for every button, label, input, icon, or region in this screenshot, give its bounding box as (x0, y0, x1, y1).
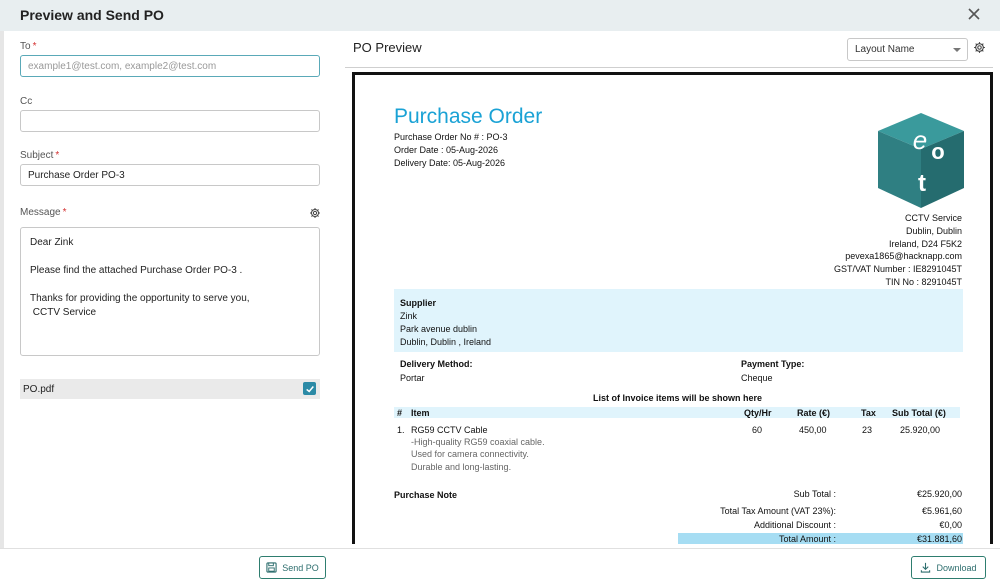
message-line: Dear Zink (30, 237, 74, 248)
message-settings-gear-icon[interactable] (309, 206, 321, 218)
supplier-line: Park avenue dublin (400, 324, 478, 334)
total-value: €5.961,60 (921, 506, 962, 516)
company-line: pevexa1865@hacknapp.com (845, 251, 962, 261)
col-header: Sub Total (€) (892, 408, 946, 418)
message-line: CCTV Service (30, 307, 97, 318)
subject-input[interactable]: Purchase Order PO-3 (20, 164, 320, 186)
item-tax: 23 (862, 425, 873, 435)
item-desc: Durable and long-lasting. (411, 462, 512, 472)
po-number: Purchase Order No # : PO-3 (394, 132, 508, 142)
company-line: CCTV Service (904, 213, 962, 223)
message-line: Please find the attached Purchase Order … (30, 265, 243, 276)
order-date: Order Date : 05-Aug-2026 (394, 145, 499, 155)
delivery-method-value: Portar (400, 373, 425, 383)
item-no: 1. (397, 425, 405, 435)
to-input[interactable] (20, 55, 320, 77)
company-line: Ireland, D24 F5K2 (888, 239, 962, 249)
supplier-line: Zink (400, 311, 418, 321)
col-header: Tax (861, 408, 876, 418)
payment-type-label: Payment Type: (741, 359, 805, 369)
close-icon[interactable] (966, 6, 982, 22)
subject-label: Subject * (20, 150, 60, 161)
total-value: €0,00 (939, 520, 962, 530)
layout-select-value: Layout Name (855, 44, 915, 55)
delivery-date: Delivery Date: 05-Aug-2026 (394, 158, 506, 168)
preview-divider (345, 67, 993, 68)
message-line (30, 250, 310, 264)
layout-select[interactable]: Layout Name (847, 38, 968, 61)
item-name: RG59 CCTV Cable (411, 425, 488, 435)
total-label: Additional Discount : (753, 520, 836, 530)
item-rate: 450,00 (799, 425, 827, 435)
company-line: GST/VAT Number : IE8291045T (833, 264, 962, 274)
to-label: To * (20, 41, 37, 52)
col-header: # (397, 408, 403, 418)
col-header: Qty/Hr (744, 408, 772, 418)
purchase-note-label: Purchase Note (394, 490, 458, 500)
items-heading: List of Invoice items will be shown here (592, 393, 763, 403)
total-value: €31.881,60 (916, 534, 962, 544)
total-label: Total Amount : (778, 534, 836, 544)
chevron-down-icon (953, 48, 961, 52)
logo-letter: e (913, 125, 927, 155)
company-logo: e o t (878, 113, 964, 208)
col-header: Item (411, 408, 430, 418)
logo-letter: o (931, 139, 944, 164)
item-desc: -High-quality RG59 coaxial cable. (411, 437, 545, 447)
download-label: Download (936, 562, 977, 573)
supplier-label: Supplier (400, 298, 437, 308)
item-qty: 60 (752, 425, 763, 435)
total-value: €25.920,00 (916, 489, 962, 499)
dialog-footer: Send PO Download (0, 548, 1000, 582)
check-icon (305, 385, 314, 393)
payment-type-value: Cheque (741, 373, 773, 383)
download-button[interactable]: Download (911, 556, 986, 579)
message-line (30, 278, 310, 292)
message-line: Thanks for providing the opportunity to … (30, 293, 250, 304)
company-line: TIN No : 8291045T (885, 277, 962, 287)
dialog-title: Preview and Send PO (20, 7, 164, 23)
save-icon (266, 562, 277, 573)
cc-input[interactable] (20, 110, 320, 132)
attachment-checkbox[interactable] (303, 382, 316, 395)
message-label: Message * (20, 207, 67, 218)
supplier-line: Dublin, Dublin , Ireland (400, 337, 492, 347)
item-desc: Used for camera connectivity. (411, 449, 529, 459)
col-header: Rate (€) (797, 408, 831, 418)
po-document: Purchase Order Purchase Order No # : PO-… (352, 72, 993, 544)
item-subtotal: 25.920,00 (900, 425, 941, 435)
cc-label: Cc (20, 96, 33, 107)
download-icon (921, 562, 931, 573)
send-po-button[interactable]: Send PO (259, 556, 326, 579)
po-title: Purchase Order (394, 105, 543, 128)
total-label: Total Tax Amount (VAT 23%): (720, 506, 836, 516)
message-textarea[interactable]: Dear Zink Please find the attached Purch… (20, 227, 320, 356)
layout-settings-gear-icon[interactable] (973, 41, 986, 54)
delivery-method-label: Delivery Method: (400, 359, 473, 369)
company-line: Dublin, Dublin (905, 226, 962, 236)
total-label: Sub Total : (793, 489, 836, 499)
attachment-row[interactable]: PO.pdf (20, 379, 320, 399)
preview-title: PO Preview (353, 40, 422, 55)
dialog-header: Preview and Send PO (0, 0, 1000, 31)
email-form: To* Cc Subject* Purchase Order PO-3 Mess… (0, 31, 345, 548)
logo-letter: t (918, 170, 926, 197)
send-po-label: Send PO (282, 562, 319, 573)
attachment-name: PO.pdf (23, 383, 55, 395)
